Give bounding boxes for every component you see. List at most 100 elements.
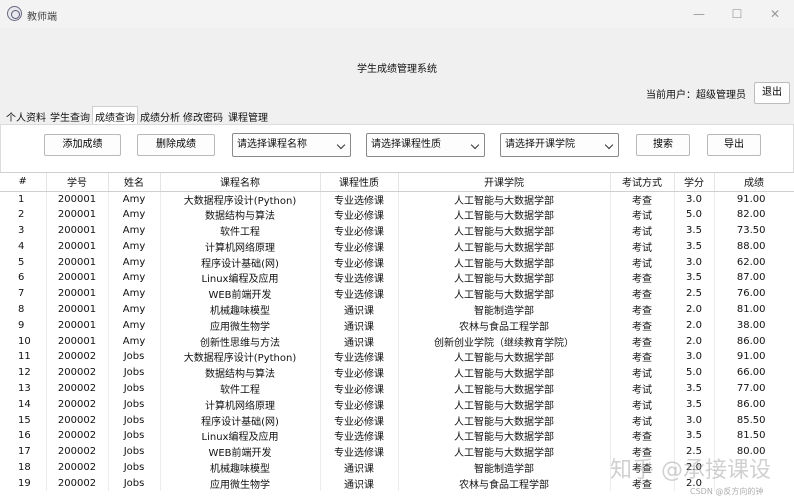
cell-college: 人工智能与大数据学部 xyxy=(398,412,611,428)
cell-score: 38.00 xyxy=(714,317,794,334)
add-score-button[interactable]: 添加成绩 xyxy=(44,134,121,156)
cell-credit: 5.0 xyxy=(674,206,715,223)
college-select[interactable]: 请选择开课学院 xyxy=(500,133,619,157)
cell-index: 16 xyxy=(0,427,47,444)
table-row[interactable]: 4 200001 Amy 计算机网络原理 专业必修课 人工智能与大数据学部 考试 3.5 88.… xyxy=(0,238,794,255)
tab-profile[interactable]: 个人资料 xyxy=(6,109,46,124)
system-title: 学生成绩管理系统 xyxy=(357,64,437,75)
tab-score-query[interactable]: 成绩查询 xyxy=(92,106,138,125)
cell-name: Jobs xyxy=(108,396,161,413)
cell-name: Amy xyxy=(108,191,161,207)
course-name-select[interactable]: 请选择课程名称 xyxy=(232,133,351,157)
cell-name: Amy xyxy=(108,238,161,255)
column-header-college[interactable]: 开课学院 xyxy=(398,173,611,192)
table-row[interactable]: 9 200001 Amy 应用微生物学 通识课 农林与食品工程学部 考查 2.0 38.00 xyxy=(0,317,794,334)
course-name-select-value: 请选择课程名称 xyxy=(237,139,307,150)
logout-button[interactable]: 退出 xyxy=(754,82,790,104)
cell-course-nature: 专业选修课 xyxy=(320,191,399,207)
table-row[interactable]: 16 200002 Jobs Linux编程及应用 专业选修课 人工智能与大数据学部 考查 3… xyxy=(0,427,794,444)
tab-score-analysis[interactable]: 成绩分析 xyxy=(140,109,180,124)
cell-score: 81.50 xyxy=(714,427,794,444)
table-row[interactable]: 1 200001 Amy 大数据程序设计(Python) 专业选修课 人工智能与大数据学部… xyxy=(0,191,794,207)
table-row[interactable]: 13 200002 Jobs 软件工程 专业必修课 人工智能与大数据学部 考试 3.5 77.0… xyxy=(0,380,794,397)
cell-credit: 3.5 xyxy=(674,380,715,397)
cell-score: 86.00 xyxy=(714,333,794,349)
cell-name: Amy xyxy=(108,254,161,270)
table-row[interactable]: 7 200001 Amy WEB前端开发 专业选修课 人工智能与大数据学部 考查 2.5 76.… xyxy=(0,285,794,302)
column-header-score[interactable]: 成绩 xyxy=(714,173,794,192)
cell-course-nature: 专业必修课 xyxy=(320,238,399,255)
cell-course-name: 机械趣味模型 xyxy=(160,301,321,318)
cell-course-nature: 专业必修课 xyxy=(320,222,399,239)
column-header-credit[interactable]: 学分 xyxy=(674,173,715,192)
column-header-name[interactable]: 姓名 xyxy=(108,173,161,192)
table-row[interactable]: 6 200001 Amy Linux编程及应用 专业选修课 人工智能与大数据学部 考查 3.5… xyxy=(0,269,794,286)
table-row[interactable]: 2 200001 Amy 数据结构与算法 专业必修课 人工智能与大数据学部 考试 5.0 82.… xyxy=(0,206,794,223)
column-header-student-id[interactable]: 学号 xyxy=(46,173,109,192)
cell-score: 91.00 xyxy=(714,348,794,365)
close-icon[interactable]: ✕ xyxy=(764,5,786,23)
table-row[interactable]: 11 200002 Jobs 大数据程序设计(Python) 专业选修课 人工智能与大数据… xyxy=(0,348,794,365)
cell-index: 11 xyxy=(0,348,47,365)
cell-credit: 2.0 xyxy=(674,317,715,334)
chevron-down-icon xyxy=(336,140,346,150)
course-nature-select[interactable]: 请选择课程性质 xyxy=(366,133,485,157)
table-row[interactable]: 14 200002 Jobs 计算机网络原理 专业必修课 人工智能与大数据学部 考试 3.5 8… xyxy=(0,396,794,413)
export-button[interactable]: 导出 xyxy=(707,134,761,156)
search-button[interactable]: 搜索 xyxy=(636,134,690,156)
tab-student-query[interactable]: 学生查询 xyxy=(50,109,90,124)
cell-college: 人工智能与大数据学部 xyxy=(398,238,611,255)
cell-credit: 3.0 xyxy=(674,254,715,270)
chevron-down-icon xyxy=(470,140,480,150)
cell-score: 81.00 xyxy=(714,301,794,318)
minimize-icon[interactable]: — xyxy=(688,5,710,23)
cell-course-nature: 专业必修课 xyxy=(320,364,399,381)
score-table[interactable]: # 学号 姓名 课程名称 课程性质 开课学院 考试方式 学分 成绩 1 20000… xyxy=(0,172,794,500)
table-header-row: # 学号 姓名 课程名称 课程性质 开课学院 考试方式 学分 成绩 xyxy=(0,173,794,192)
cell-credit: 3.5 xyxy=(674,396,715,413)
cell-credit: 2.0 xyxy=(674,333,715,349)
cell-name: Jobs xyxy=(108,348,161,365)
table-row[interactable]: 8 200001 Amy 机械趣味模型 通识课 智能制造学部 考查 2.0 81.00 xyxy=(0,301,794,318)
cell-exam-type: 考查 xyxy=(610,285,675,302)
tab-course-management[interactable]: 课程管理 xyxy=(228,109,268,124)
college-select-value: 请选择开课学院 xyxy=(505,139,575,150)
cell-college: 人工智能与大数据学部 xyxy=(398,427,611,444)
column-header-course-name[interactable]: 课程名称 xyxy=(160,173,321,192)
cell-name: Jobs xyxy=(108,475,161,492)
cell-index: 14 xyxy=(0,396,47,413)
cell-credit: 2.5 xyxy=(674,285,715,302)
cell-exam-type: 考试 xyxy=(610,412,675,428)
cell-name: Jobs xyxy=(108,443,161,460)
table-row[interactable]: 15 200002 Jobs 程序设计基础(网) 专业必修课 人工智能与大数据学部 考试 3.… xyxy=(0,412,794,428)
maximize-icon[interactable]: ☐ xyxy=(726,5,748,23)
table-row[interactable]: 10 200001 Amy 创新性思维与方法 通识课 创新创业学院（继续教育学院） 考查 2.… xyxy=(0,333,794,349)
cell-course-name: 程序设计基础(网) xyxy=(160,412,321,428)
cell-index: 13 xyxy=(0,380,47,397)
cell-course-name: 应用微生物学 xyxy=(160,475,321,492)
cell-course-nature: 通识课 xyxy=(320,459,399,476)
column-header-exam-type[interactable]: 考试方式 xyxy=(610,173,675,192)
cell-index: 15 xyxy=(0,412,47,428)
table-row[interactable]: 3 200001 Amy 软件工程 专业必修课 人工智能与大数据学部 考试 3.5 73.50 xyxy=(0,222,794,239)
table-row[interactable]: 12 200002 Jobs 数据结构与算法 专业必修课 人工智能与大数据学部 考试 5.0 6… xyxy=(0,364,794,381)
cell-course-name: 创新性思维与方法 xyxy=(160,333,321,349)
cell-college: 农林与食品工程学部 xyxy=(398,317,611,334)
table-row[interactable]: 5 200001 Amy 程序设计基础(网) 专业必修课 人工智能与大数据学部 考试 3.0 6… xyxy=(0,254,794,270)
tab-change-password[interactable]: 修改密码 xyxy=(183,109,223,124)
cell-college: 智能制造学部 xyxy=(398,301,611,318)
cell-score: 77.00 xyxy=(714,380,794,397)
column-header-index[interactable]: # xyxy=(0,173,47,192)
cell-score: 82.00 xyxy=(714,206,794,223)
cell-name: Jobs xyxy=(108,380,161,397)
cell-credit: 3.5 xyxy=(674,269,715,286)
cell-course-name: WEB前端开发 xyxy=(160,285,321,302)
cell-name: Amy xyxy=(108,206,161,223)
delete-score-button[interactable]: 删除成绩 xyxy=(137,134,215,156)
cell-index: 4 xyxy=(0,238,47,255)
column-header-course-nature[interactable]: 课程性质 xyxy=(320,173,399,192)
cell-student-id: 200001 xyxy=(46,317,109,334)
cell-score: 73.50 xyxy=(714,222,794,239)
table-body: 1 200001 Amy 大数据程序设计(Python) 专业选修课 人工智能与大数据学部… xyxy=(0,191,794,492)
cell-index: 7 xyxy=(0,285,47,302)
